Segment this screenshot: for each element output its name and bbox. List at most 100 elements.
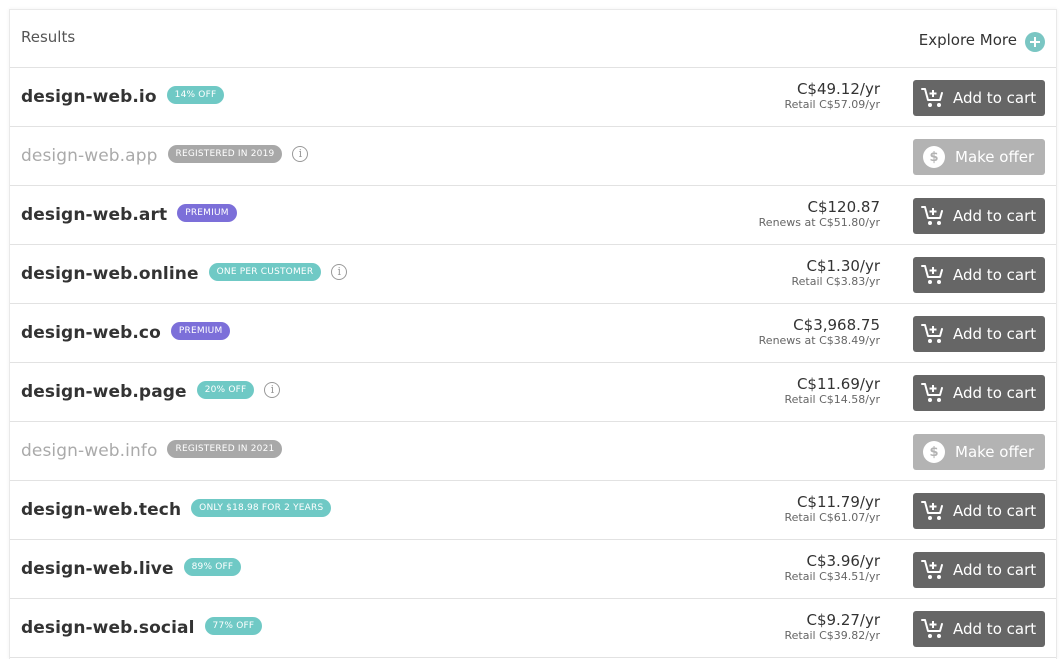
domain-row-7: design-web.info REGISTERED IN 2021 $ Make… [10, 422, 1056, 481]
add-to-cart-button[interactable]: Add to cart [913, 552, 1045, 588]
domain-name: design-web.page 20% OFF i [21, 381, 281, 402]
domain-row-1: design-web.io 14% OFF C$49.12/yr Retail C… [10, 68, 1056, 127]
add-to-cart-button[interactable]: Add to cart [913, 375, 1045, 411]
button-label: Make offer [955, 443, 1035, 461]
info-icon[interactable]: i [264, 382, 281, 398]
price-block: C$11.69/yr Retail C$14.58/yr [785, 375, 881, 407]
info-icon[interactable]: i [292, 146, 309, 162]
domain-name: design-web.live 89% OFF [21, 558, 242, 579]
price-sub: Retail C$34.51/yr [784, 570, 881, 583]
price-main: C$11.69/yr [796, 375, 880, 393]
cart-icon [921, 618, 945, 640]
price-block: C$3,968.75 Renews at C$38.49/yr [759, 316, 880, 348]
domain-text: design-web.art [21, 205, 168, 225]
cart-icon [921, 382, 945, 404]
price-block: C$11.79/yr Retail C$61.07/yr [785, 493, 881, 525]
domain-name: design-web.tech ONLY $18.98 FOR 2 YEARS [21, 499, 332, 520]
button-label: Add to cart [953, 89, 1037, 107]
button-label: Add to cart [953, 561, 1037, 579]
domain-row-5: design-web.co PREMIUM C$3,968.75 Renews a… [10, 304, 1056, 363]
price-block: C$1.30/yr Retail C$3.83/yr [792, 257, 881, 289]
domain-row-2: design-web.app REGISTERED IN 2019 i $ Make… [10, 127, 1056, 186]
domain-text: design-web.online [21, 264, 199, 284]
domain-text: design-web.app [21, 146, 158, 166]
cart-icon [921, 323, 945, 345]
price-sub: Renews at C$51.80/yr [758, 216, 880, 229]
price-main: C$120.87 [807, 198, 880, 216]
button-label: Add to cart [953, 502, 1037, 520]
cart-icon [921, 500, 945, 522]
domain-name: design-web.online ONE PER CUSTOMER i [21, 263, 348, 284]
price-block: C$9.27/yr Retail C$39.82/yr [785, 611, 881, 643]
domain-name: design-web.co PREMIUM [21, 322, 231, 343]
domain-badge: ONLY $18.98 FOR 2 YEARS [191, 499, 332, 517]
domain-badge: 14% OFF [166, 86, 225, 104]
price-sub: Retail C$39.82/yr [784, 629, 881, 642]
price-main: C$9.27/yr [806, 611, 880, 629]
plus-circle-icon [1025, 32, 1045, 52]
domain-name: design-web.app REGISTERED IN 2019 i [21, 145, 309, 166]
cart-icon [921, 264, 945, 286]
price-block: C$3.96/yr Retail C$34.51/yr [785, 552, 881, 584]
results-list: design-web.io 14% OFF C$49.12/yr Retail C… [10, 68, 1056, 658]
domain-badge: REGISTERED IN 2021 [167, 440, 283, 458]
add-to-cart-button[interactable]: Add to cart [913, 198, 1045, 234]
price-sub: Retail C$3.83/yr [791, 275, 881, 288]
price-sub: Retail C$57.09/yr [784, 98, 881, 111]
domain-name: design-web.io 14% OFF [21, 86, 225, 107]
make-offer-button[interactable]: $ Make offer [913, 139, 1045, 175]
info-icon[interactable]: i [331, 264, 348, 280]
price-block: C$49.12/yr Retail C$57.09/yr [785, 80, 881, 112]
explore-more-link[interactable]: Explore More [919, 28, 1045, 52]
domain-name: design-web.info REGISTERED IN 2021 [21, 440, 283, 461]
cart-icon [921, 559, 945, 581]
price-main: C$11.79/yr [796, 493, 880, 511]
price-main: C$3,968.75 [793, 316, 880, 334]
price-main: C$3.96/yr [806, 552, 880, 570]
add-to-cart-button[interactable]: Add to cart [913, 80, 1045, 116]
domain-badge: ONE PER CUSTOMER [208, 263, 322, 281]
button-label: Add to cart [953, 384, 1037, 402]
domain-name: design-web.social 77% OFF [21, 617, 263, 638]
domain-text: design-web.co [21, 323, 161, 343]
button-label: Add to cart [953, 207, 1037, 225]
dollar-chat-icon: $ [923, 146, 945, 168]
domain-badge: PREMIUM [177, 204, 237, 222]
domain-row-10: design-web.social 77% OFF C$9.27/yr Retai… [10, 599, 1056, 658]
dollar-chat-icon: $ [923, 441, 945, 463]
button-label: Add to cart [953, 325, 1037, 343]
make-offer-button[interactable]: $ Make offer [913, 434, 1045, 470]
domain-row-8: design-web.tech ONLY $18.98 FOR 2 YEARS C… [10, 481, 1056, 540]
price-block: C$120.87 Renews at C$51.80/yr [759, 198, 880, 230]
domain-badge: REGISTERED IN 2019 [167, 145, 283, 163]
domain-text: design-web.live [21, 559, 174, 579]
price-sub: Retail C$14.58/yr [784, 393, 881, 406]
results-panel: Results Explore More design-web.io 14% OF… [9, 9, 1057, 659]
domain-row-4: design-web.online ONE PER CUSTOMER i C$1.3… [10, 245, 1056, 304]
add-to-cart-button[interactable]: Add to cart [913, 257, 1045, 293]
price-sub: Renews at C$38.49/yr [758, 334, 880, 347]
button-label: Add to cart [953, 620, 1037, 638]
price-main: C$49.12/yr [796, 80, 880, 98]
domain-text: design-web.social [21, 618, 195, 638]
domain-row-9: design-web.live 89% OFF C$3.96/yr Retail … [10, 540, 1056, 599]
domain-badge: 89% OFF [183, 558, 242, 576]
add-to-cart-button[interactable]: Add to cart [913, 493, 1045, 529]
domain-text: design-web.info [21, 441, 158, 461]
domain-row-3: design-web.art PREMIUM C$120.87 Renews at… [10, 186, 1056, 245]
domain-badge: PREMIUM [170, 322, 231, 340]
add-to-cart-button[interactable]: Add to cart [913, 316, 1045, 352]
add-to-cart-button[interactable]: Add to cart [913, 611, 1045, 647]
results-title: Results [21, 28, 76, 46]
domain-row-6: design-web.page 20% OFF i C$11.69/yr Retai… [10, 363, 1056, 422]
domain-badge: 20% OFF [196, 381, 255, 399]
price-sub: Retail C$61.07/yr [784, 511, 881, 524]
button-label: Make offer [955, 148, 1035, 166]
domain-badge: 77% OFF [204, 617, 263, 635]
button-label: Add to cart [953, 266, 1037, 284]
explore-more-label: Explore More [918, 31, 1017, 49]
domain-text: design-web.page [21, 382, 187, 402]
price-main: C$1.30/yr [806, 257, 880, 275]
domain-text: design-web.io [21, 87, 157, 107]
cart-icon [921, 205, 945, 227]
